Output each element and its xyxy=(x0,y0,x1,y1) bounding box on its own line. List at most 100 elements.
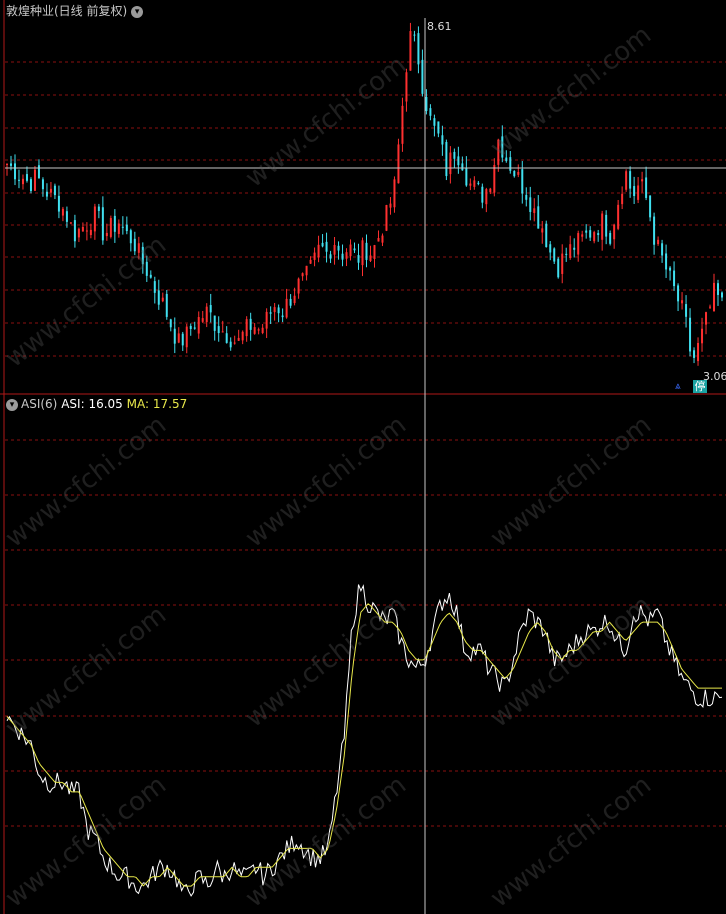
candle-body xyxy=(305,265,308,276)
candle-body xyxy=(529,197,532,212)
candle-body xyxy=(633,186,636,197)
candle-body xyxy=(561,253,564,274)
candle-body xyxy=(685,304,688,317)
candle-body xyxy=(193,327,196,329)
candle-body xyxy=(101,207,104,241)
candle-body xyxy=(609,232,612,244)
candle-body xyxy=(657,239,660,245)
candle-body xyxy=(413,34,416,36)
candle-body xyxy=(573,247,576,250)
candle-body xyxy=(353,248,356,251)
candle-body xyxy=(161,297,164,302)
candle-body xyxy=(557,258,560,278)
candle-body xyxy=(329,254,332,259)
candle-body xyxy=(477,182,480,184)
candle-body xyxy=(9,163,12,166)
candle-body xyxy=(89,229,92,236)
candle-body xyxy=(545,223,548,248)
candle-body xyxy=(17,179,20,181)
candle-body xyxy=(393,179,396,208)
candle-body xyxy=(25,174,28,181)
candle-body xyxy=(385,205,388,231)
candle-body xyxy=(85,230,88,232)
candle-body xyxy=(541,228,544,233)
candle-body xyxy=(525,194,528,200)
candle-body xyxy=(465,167,468,186)
up-arrow-icon: ⩓ xyxy=(675,381,681,392)
candle-body xyxy=(69,222,72,224)
candle-body xyxy=(245,319,248,337)
candle-body xyxy=(317,244,320,258)
candle-body xyxy=(325,241,328,252)
candle-body xyxy=(277,307,280,314)
candle-body xyxy=(621,193,624,205)
candle-body xyxy=(225,333,228,343)
candle-body xyxy=(265,311,268,329)
candle-body xyxy=(293,295,296,304)
candle-body xyxy=(361,240,364,266)
candle-body xyxy=(105,232,108,237)
candle-body xyxy=(337,245,340,251)
high-price-label: 8.61 xyxy=(427,20,452,33)
candle-body xyxy=(721,292,723,298)
candle-body xyxy=(297,278,300,294)
candle-body xyxy=(6,163,8,165)
candle-body xyxy=(149,274,152,278)
candle-body xyxy=(549,244,552,253)
candle-body xyxy=(401,105,404,144)
chevron-down-icon[interactable]: ▾ xyxy=(6,399,18,411)
candle-body xyxy=(457,156,460,166)
candle-body xyxy=(481,186,484,203)
candle-body xyxy=(41,179,44,190)
candle-body xyxy=(301,273,304,277)
candle-body xyxy=(237,337,240,341)
candle-body xyxy=(637,185,640,200)
candle-body xyxy=(201,318,204,322)
candle-body xyxy=(153,281,156,293)
candle-body xyxy=(553,248,556,262)
candle-body xyxy=(697,343,700,362)
candle-body xyxy=(357,255,360,263)
candle-body xyxy=(321,242,324,247)
candle-body xyxy=(649,195,652,218)
chevron-down-icon[interactable]: ▾ xyxy=(131,6,144,18)
candle-body xyxy=(673,270,676,287)
candle-body xyxy=(269,312,272,314)
candle-body xyxy=(597,233,600,235)
candle-body xyxy=(253,327,256,334)
candle-body xyxy=(521,169,524,194)
candle-body xyxy=(181,333,184,346)
candle-body xyxy=(109,218,112,237)
candle-body xyxy=(437,121,440,134)
candle-body xyxy=(397,144,400,184)
candle-body xyxy=(29,179,32,192)
candle-body xyxy=(261,327,264,333)
candle-body xyxy=(257,329,260,331)
candle-body xyxy=(349,244,352,257)
candle-body xyxy=(313,252,316,260)
candle-body xyxy=(493,164,496,193)
candle-body xyxy=(65,211,68,222)
candle-body xyxy=(441,135,444,145)
candle-body xyxy=(217,326,220,334)
candle-body xyxy=(417,33,420,65)
asi-value: 16.05 xyxy=(88,397,123,411)
candle-body xyxy=(449,152,452,175)
candle-body xyxy=(125,224,128,232)
candle-body xyxy=(37,165,40,179)
candle-body xyxy=(97,206,100,211)
candle-body xyxy=(717,283,720,295)
candle-body xyxy=(665,253,668,270)
candle-body xyxy=(377,238,380,242)
candle-body xyxy=(513,170,516,177)
candle-body xyxy=(569,244,572,259)
indicator-name: ASI(6) xyxy=(21,397,58,411)
candle-body xyxy=(613,224,616,240)
candle-body xyxy=(333,244,336,255)
candle-body xyxy=(49,188,52,193)
candle-body xyxy=(285,298,288,318)
candle-body xyxy=(189,325,192,330)
candle-body xyxy=(61,208,64,216)
ma-value: 17.57 xyxy=(152,397,188,411)
candle-body xyxy=(281,315,284,318)
